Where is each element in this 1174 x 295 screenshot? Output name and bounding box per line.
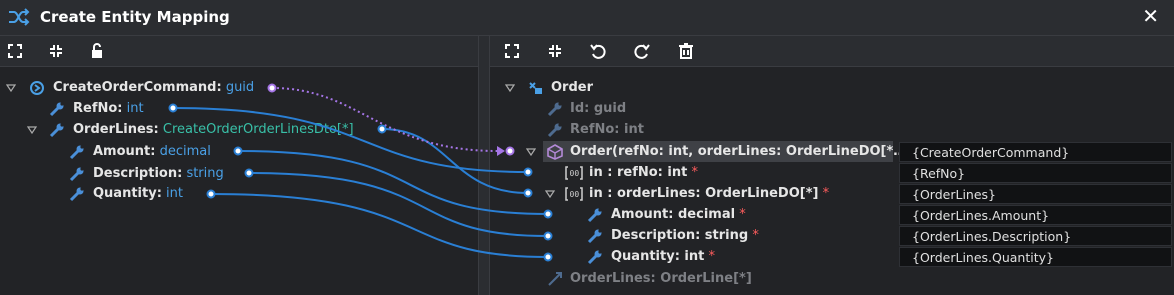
mapping-expression[interactable]: {RefNo} bbox=[899, 163, 1172, 183]
expand-all-icon[interactable] bbox=[503, 42, 521, 60]
wrench-icon bbox=[69, 145, 84, 160]
pane-divider[interactable] bbox=[478, 36, 490, 295]
target-toolbar bbox=[490, 36, 1174, 67]
wrench-icon bbox=[547, 123, 562, 138]
caret-down-icon[interactable] bbox=[505, 83, 515, 93]
parameter-icon: 00 bbox=[565, 166, 583, 180]
caret-down-icon[interactable] bbox=[545, 189, 555, 199]
node-type: guid bbox=[225, 80, 255, 95]
redo-icon[interactable] bbox=[633, 42, 651, 60]
collapse-all-icon[interactable] bbox=[47, 42, 65, 60]
expand-all-icon[interactable] bbox=[6, 42, 24, 60]
collapse-all-icon[interactable] bbox=[546, 42, 564, 60]
wrench-icon bbox=[69, 187, 84, 202]
mapping-expression[interactable]: {OrderLines.Quantity} bbox=[899, 247, 1172, 267]
wrench-icon bbox=[69, 167, 84, 182]
wrench-icon bbox=[49, 123, 64, 138]
window-title: Create Entity Mapping bbox=[40, 8, 230, 26]
caret-down-icon[interactable] bbox=[27, 125, 37, 135]
unlock-icon[interactable] bbox=[88, 42, 106, 60]
association-icon bbox=[548, 272, 562, 286]
command-icon bbox=[30, 81, 44, 95]
caret-down-icon[interactable] bbox=[526, 147, 536, 157]
wrench-icon bbox=[587, 208, 602, 223]
close-button[interactable]: ✕ bbox=[1142, 4, 1159, 28]
parameter-icon: 00 bbox=[565, 187, 583, 201]
svg-text:00: 00 bbox=[570, 190, 580, 199]
mapping-expression[interactable]: {OrderLines.Description} bbox=[899, 226, 1172, 246]
wrench-icon bbox=[547, 102, 562, 117]
mapping-expression[interactable]: {CreateOrderCommand} bbox=[899, 142, 1172, 162]
mapping-expression[interactable]: {OrderLines.Amount} bbox=[899, 205, 1172, 225]
constructor-icon bbox=[547, 144, 563, 160]
wrench-icon bbox=[587, 229, 602, 244]
title-bar: Create Entity Mapping ✕ bbox=[0, 0, 1174, 36]
mapping-expression[interactable]: {OrderLines} bbox=[899, 184, 1172, 204]
wrench-icon bbox=[587, 250, 602, 265]
node-name: CreateOrderCommand bbox=[53, 80, 217, 95]
svg-text:00: 00 bbox=[570, 169, 580, 178]
shuffle-icon bbox=[9, 8, 30, 26]
delete-icon[interactable] bbox=[677, 42, 695, 60]
wrench-icon bbox=[49, 102, 64, 117]
undo-icon[interactable] bbox=[589, 42, 607, 60]
entity-icon bbox=[529, 82, 542, 94]
caret-down-icon[interactable] bbox=[6, 83, 16, 93]
source-toolbar bbox=[0, 36, 478, 67]
